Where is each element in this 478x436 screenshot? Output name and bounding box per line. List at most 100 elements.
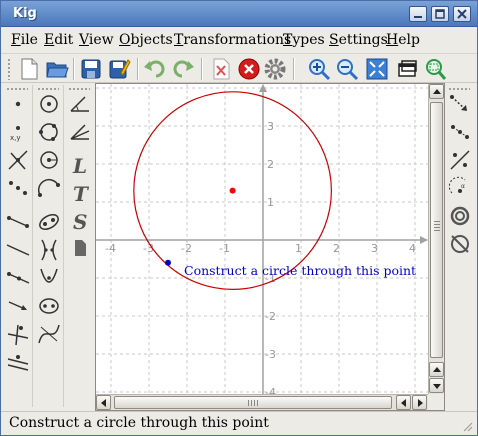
full-screen-icon	[398, 60, 417, 77]
arrow-down-icon	[433, 384, 441, 389]
script-tool[interactable]: S	[67, 207, 93, 234]
open-button[interactable]	[45, 57, 69, 81]
x-axis-arrow	[420, 236, 428, 244]
scaling-tool[interactable]	[447, 203, 473, 229]
zoom-out-button[interactable]	[335, 57, 359, 81]
fit-to-screen-button[interactable]	[365, 57, 389, 81]
geometry-canvas[interactable]: -4 -3 -2 -1 1 2 3 4 3 2 1 -1 -2 -3 -4 Construct a circl…	[96, 84, 428, 394]
point-by-coordinates-tool[interactable]: x,y	[5, 119, 31, 145]
scroll-right-button[interactable]	[412, 395, 427, 410]
cancel-construction-icon	[238, 58, 260, 80]
cubic-curve-tool[interactable]	[36, 321, 62, 347]
hyperbola-tool[interactable]	[36, 237, 62, 263]
x-tick-label: 1	[295, 242, 302, 255]
vertical-scroll-thumb[interactable]	[430, 102, 443, 358]
points-toolbar: x,y	[3, 85, 33, 407]
full-screen-button[interactable]	[395, 57, 419, 81]
point-tool[interactable]	[5, 91, 31, 117]
ellipse-tool[interactable]	[36, 293, 62, 319]
midpoint-icon	[9, 181, 27, 195]
status-message: Construct a circle through this point	[9, 415, 269, 431]
perpendicular-icon	[7, 324, 29, 346]
settings-button[interactable]	[263, 57, 287, 81]
other-tools-toolbar: L T S	[65, 85, 95, 407]
circle-by-three-points-tool[interactable]	[36, 119, 62, 145]
locus-tool[interactable]: L	[67, 151, 93, 178]
angle-bisector-tool[interactable]	[67, 119, 93, 145]
undo-button[interactable]	[143, 57, 167, 81]
menu-objects[interactable]: Objects	[119, 32, 173, 48]
line-reflection-tool[interactable]	[447, 147, 473, 173]
cubic-curve-icon	[38, 324, 60, 344]
save-button[interactable]	[79, 57, 103, 81]
menu-view[interactable]: View	[79, 32, 114, 48]
menu-file[interactable]: File	[11, 32, 38, 48]
scroll-up-button[interactable]	[429, 84, 444, 99]
parallel-tool[interactable]	[5, 349, 31, 375]
text-label-tool[interactable]: T	[67, 179, 93, 206]
save-as-icon	[109, 59, 131, 79]
scroll-down-button[interactable]	[429, 378, 444, 393]
document-icon	[75, 240, 86, 256]
document-tool[interactable]	[67, 235, 93, 261]
menu-transformations[interactable]: Transformations	[174, 32, 291, 48]
coordinate-plane[interactable]: -4 -3 -2 -1 1 2 3 4321-1-2-3-4Construct a circl…	[96, 84, 428, 394]
vector-tool[interactable]	[5, 293, 31, 319]
resize-grip-icon[interactable]	[461, 420, 473, 432]
arc-tool[interactable]	[36, 175, 62, 201]
inversion-icon	[451, 235, 469, 253]
object-tools-panel: x,y L T S	[3, 85, 95, 407]
translation-tool[interactable]	[447, 91, 473, 117]
maximize-button[interactable]	[431, 6, 449, 22]
delete-objects-button[interactable]	[209, 57, 233, 81]
point-reflection-tool[interactable]	[447, 119, 473, 145]
circle-center-point	[229, 187, 236, 194]
vertical-scrollbar[interactable]	[428, 84, 444, 394]
intersection-point-tool[interactable]	[5, 147, 31, 173]
zoom-area-button[interactable]	[423, 57, 447, 81]
text-label-icon: T	[73, 182, 90, 206]
angle-tool[interactable]	[67, 91, 93, 117]
menu-edit[interactable]: Edit	[44, 32, 73, 48]
minimize-button[interactable]	[409, 6, 427, 22]
circle-three-points-icon	[39, 123, 58, 141]
scroll-up-button-2[interactable]	[429, 362, 444, 377]
rotation-icon: α	[448, 176, 466, 194]
svg-text:x,y: x,y	[10, 134, 21, 142]
cancel-construction-button[interactable]	[237, 57, 261, 81]
menu-types[interactable]: Types	[283, 32, 325, 48]
line-tool[interactable]	[5, 237, 31, 263]
segment-tool[interactable]	[5, 209, 31, 235]
toolbar-separator	[293, 58, 295, 80]
perpendicular-tool[interactable]	[5, 321, 31, 347]
construction-tooltip: Construct a circle through this point	[184, 263, 416, 278]
new-document-button[interactable]	[17, 57, 41, 81]
horizontal-scrollbar[interactable]	[96, 394, 428, 410]
parabola-tool[interactable]	[36, 265, 62, 291]
menu-help[interactable]: Help	[386, 32, 420, 48]
save-as-button[interactable]	[107, 57, 131, 81]
scroll-left-button[interactable]	[96, 395, 111, 410]
toolbar-grip[interactable]	[7, 58, 11, 80]
translation-icon	[450, 95, 467, 111]
ray-tool[interactable]	[5, 265, 31, 291]
zoom-in-button[interactable]	[307, 57, 331, 81]
redo-button[interactable]	[171, 57, 195, 81]
angle-bisector-icon	[70, 124, 90, 140]
circle-by-center-radius-tool[interactable]	[36, 147, 62, 173]
midpoint-tool[interactable]	[5, 175, 31, 201]
inversion-tool[interactable]	[447, 231, 473, 257]
menu-settings[interactable]: Settings	[329, 32, 388, 48]
circle-by-center-point-tool[interactable]	[36, 91, 62, 117]
rotation-tool[interactable]: α	[447, 175, 473, 201]
title-bar[interactable]: Kig	[1, 1, 477, 27]
script-icon: S	[73, 210, 87, 234]
point-reflection-icon	[451, 125, 469, 139]
conic-tool[interactable]	[36, 209, 62, 235]
svg-text:L: L	[72, 154, 87, 177]
close-button[interactable]	[453, 6, 471, 22]
scroll-left-button-2[interactable]	[396, 395, 411, 410]
line-icon	[6, 244, 30, 256]
x-tick-label: 3	[371, 242, 378, 255]
horizontal-scroll-thumb[interactable]	[114, 396, 392, 409]
